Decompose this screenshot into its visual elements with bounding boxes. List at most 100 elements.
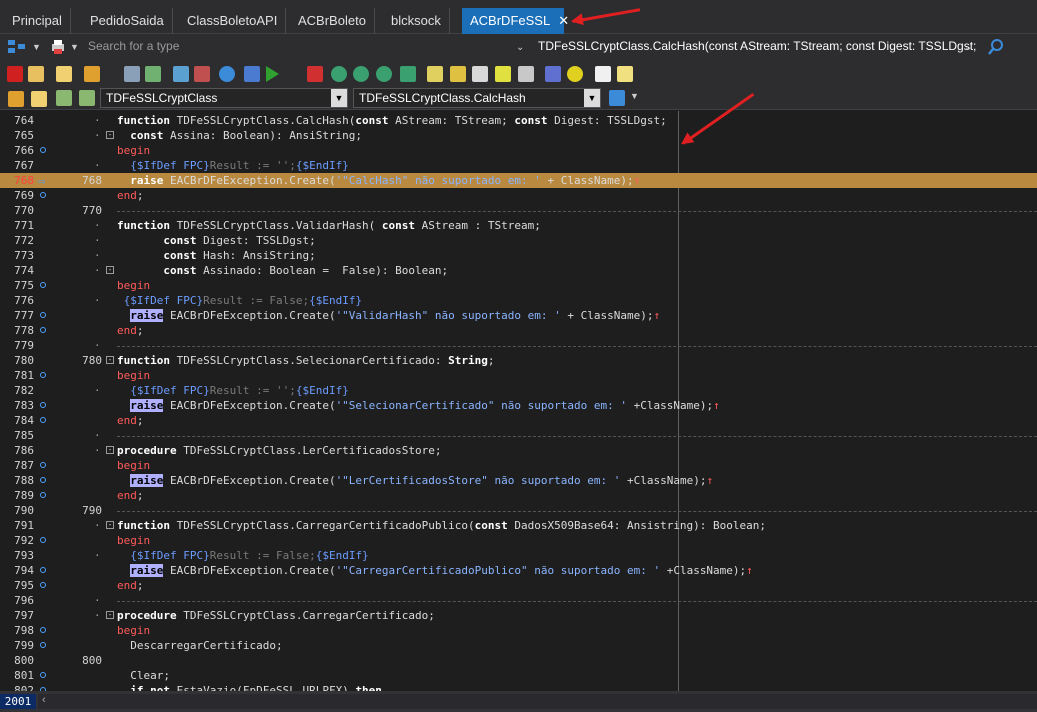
tab-principal[interactable]: Principal	[4, 8, 71, 34]
code-text[interactable]: const Hash: AnsiString;	[117, 248, 315, 263]
code-line[interactable]: 772 · const Digest: TSSLDgst;	[0, 233, 1037, 248]
code-line[interactable]: 768 ⇨ 768 raise EACBrDFeException.Create('…	[0, 173, 1037, 188]
code-text[interactable]: const Assina: Boolean): AnsiString;	[117, 128, 362, 143]
reset-icon[interactable]	[307, 66, 323, 82]
breakpoint-dot-icon[interactable]	[40, 567, 46, 573]
code-line[interactable]: 766 begin	[0, 143, 1037, 158]
code-text[interactable]: function TDFeSSLCryptClass.CarregarCerti…	[117, 518, 766, 533]
breakpoint-dot-icon[interactable]	[40, 642, 46, 648]
align-icon[interactable]	[609, 90, 625, 106]
code-line[interactable]: 797 · - procedure TDFeSSLCryptClass.Carrega…	[0, 608, 1037, 623]
method-select[interactable]: TDFeSSLCryptClass.CalcHash ▼	[353, 88, 601, 108]
breakpoint-dot-icon[interactable]	[40, 627, 46, 633]
remove-from-project-icon[interactable]	[194, 66, 210, 82]
code-text[interactable]: DescarregarCertificado;	[117, 638, 282, 653]
breakpoint-dot-icon[interactable]	[40, 327, 46, 333]
code-text[interactable]: procedure TDFeSSLCryptClass.CarregarCert…	[117, 608, 435, 623]
code-line[interactable]: 783 raise EACBrDFeException.Create('"Sel…	[0, 398, 1037, 413]
breakpoint-dot-icon[interactable]	[40, 462, 46, 468]
folder-icon[interactable]	[84, 66, 100, 82]
code-text[interactable]: begin	[117, 533, 150, 548]
code-text[interactable]: begin	[117, 143, 150, 158]
show-execution-point-icon[interactable]	[400, 66, 416, 82]
code-line[interactable]: 791 · - function TDFeSSLCryptClass.Carregar…	[0, 518, 1037, 533]
breakpoint-dot-icon[interactable]	[40, 192, 46, 198]
code-text[interactable]: raise EACBrDFeException.Create('"LerCert…	[117, 473, 713, 488]
tab-pedidosaida[interactable]: PedidoSaida	[82, 8, 173, 34]
code-line[interactable]: 800 800	[0, 653, 1037, 668]
run-to-cursor-icon[interactable]	[376, 66, 392, 82]
code-text[interactable]: raise EACBrDFeException.Create('"Validar…	[117, 308, 660, 323]
breakpoint-dot-icon[interactable]	[40, 492, 46, 498]
code-line[interactable]: 781 begin	[0, 368, 1037, 383]
fold-toggle-icon[interactable]: -	[106, 611, 114, 619]
code-text[interactable]: {$IfDef FPC}Result := '';{$EndIf}	[117, 158, 349, 173]
code-text[interactable]: if not EstaVazio(FpDFeSSL.URLPFX) then	[117, 683, 382, 691]
save-all-icon[interactable]	[145, 66, 161, 82]
chevron-down-icon[interactable]: ▼	[584, 89, 600, 107]
breakpoint-dot-icon[interactable]	[40, 147, 46, 153]
code-text[interactable]: {$IfDef FPC}Result := '';{$EndIf}	[117, 383, 349, 398]
code-line[interactable]: 795 end;	[0, 578, 1037, 593]
code-line[interactable]: 775 begin	[0, 278, 1037, 293]
code-line[interactable]: 790 790	[0, 503, 1037, 518]
code-line[interactable]: 801 Clear;	[0, 668, 1037, 683]
code-line[interactable]: 779 ·	[0, 338, 1037, 353]
code-line[interactable]: 773 · const Hash: AnsiString;	[0, 248, 1037, 263]
code-line[interactable]: 771 · function TDFeSSLCryptClass.ValidarHa…	[0, 218, 1037, 233]
chevron-down-icon[interactable]: ⌄	[964, 38, 972, 57]
fold-toggle-icon[interactable]: -	[106, 356, 114, 364]
code-editor[interactable]: 764 · function TDFeSSLCryptClass.CalcHash(…	[0, 111, 1037, 691]
breakpoint-dot-icon[interactable]	[40, 537, 46, 543]
code-line[interactable]: 769 end;	[0, 188, 1037, 203]
code-text[interactable]: const Digest: TSSLDgst;	[117, 233, 315, 248]
code-text[interactable]: raise EACBrDFeException.Create('"CalcHas…	[117, 173, 640, 188]
code-line[interactable]: 802 if not EstaVazio(FpDFeSSL.URLPFX) th…	[0, 683, 1037, 691]
code-line[interactable]: 765 · - const Assina: Boolean): AnsiString…	[0, 128, 1037, 143]
fold-toggle-icon[interactable]: -	[106, 266, 114, 274]
code-line[interactable]: 792 begin	[0, 533, 1037, 548]
code-line[interactable]: 778 end;	[0, 323, 1037, 338]
view-icon[interactable]	[518, 66, 534, 82]
step-over-icon[interactable]	[331, 66, 347, 82]
breakpoint-dot-icon[interactable]	[40, 402, 46, 408]
code-text[interactable]: function TDFeSSLCryptClass.SelecionarCer…	[117, 353, 495, 368]
code-text[interactable]: {$IfDef FPC}Result := False;{$EndIf}	[117, 293, 362, 308]
code-text[interactable]: raise EACBrDFeException.Create('"Carrega…	[117, 563, 753, 578]
toggle-icon[interactable]	[495, 66, 511, 82]
breakpoint-dot-icon[interactable]	[40, 372, 46, 378]
new-form-icon[interactable]	[427, 66, 443, 82]
edit-icon[interactable]	[450, 66, 466, 82]
trace-into-icon[interactable]	[353, 66, 369, 82]
code-text[interactable]: function TDFeSSLCryptClass.CalcHash(cons…	[117, 113, 667, 128]
fold-toggle-icon[interactable]: -	[106, 131, 114, 139]
code-text[interactable]: procedure TDFeSSLCryptClass.LerCertifica…	[117, 443, 442, 458]
code-text[interactable]: raise EACBrDFeException.Create('"Selecio…	[117, 398, 720, 413]
code-line[interactable]: 764 · function TDFeSSLCryptClass.CalcHash(…	[0, 113, 1037, 128]
code-line[interactable]: 767 · {$IfDef FPC}Result := '';{$EndIf}	[0, 158, 1037, 173]
code-line[interactable]: 776 · {$IfDef FPC}Result := False;{$EndIf…	[0, 293, 1037, 308]
code-line[interactable]: 780 780- function TDFeSSLCryptClass.Seleci…	[0, 353, 1037, 368]
code-text[interactable]: end;	[117, 323, 144, 338]
chevron-down-icon[interactable]: ▼	[331, 89, 347, 107]
fold-toggle-icon[interactable]: -	[106, 521, 114, 529]
code-text[interactable]: end;	[117, 488, 144, 503]
chevron-down-icon[interactable]: ▼	[32, 38, 41, 57]
info-icon[interactable]	[617, 66, 633, 82]
chevron-left-icon[interactable]: ‹	[42, 694, 46, 706]
add-unit-icon[interactable]	[56, 90, 72, 106]
translate-icon[interactable]	[545, 66, 561, 82]
class-select[interactable]: TDFeSSLCryptClass ▼	[100, 88, 348, 108]
chevron-down-icon[interactable]: ▼	[70, 38, 79, 57]
code-text[interactable]: begin	[117, 458, 150, 473]
unit-icon[interactable]	[472, 66, 488, 82]
code-line[interactable]: 785 ·	[0, 428, 1037, 443]
code-line[interactable]: 793 · {$IfDef FPC}Result := False;{$EndIf…	[0, 548, 1037, 563]
remove-unit-icon[interactable]	[79, 90, 95, 106]
code-line[interactable]: 786 · - procedure TDFeSSLCryptClass.LerCert…	[0, 443, 1037, 458]
breakpoint-dot-icon[interactable]	[40, 417, 46, 423]
breakpoint-dot-icon[interactable]	[40, 477, 46, 483]
tab-acbrdfessl[interactable]: ACBrDFeSSL ✕	[462, 8, 569, 34]
new-unit-icon[interactable]	[31, 91, 47, 107]
code-line[interactable]: 788 raise EACBrDFeException.Create('"Ler…	[0, 473, 1037, 488]
